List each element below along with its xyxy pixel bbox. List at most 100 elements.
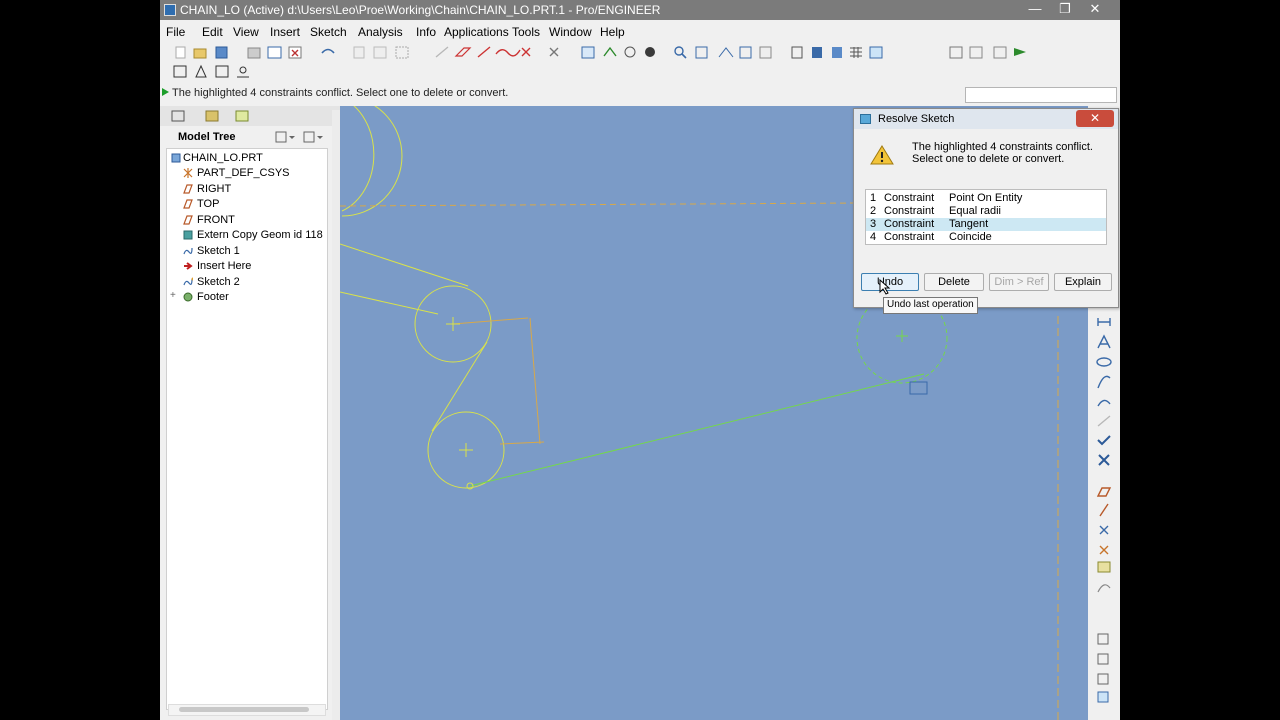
scrollbar-thumb[interactable]: [179, 707, 309, 712]
datum-axes-icon[interactable]: [812, 47, 822, 58]
constraint-icon[interactable]: [1097, 399, 1111, 407]
menu-insert[interactable]: Insert: [270, 25, 300, 39]
revolve-icon[interactable]: [1097, 653, 1109, 665]
display-constraints-icon[interactable]: [993, 46, 1007, 59]
save-icon[interactable]: [215, 46, 228, 59]
menu-edit[interactable]: Edit: [202, 25, 223, 39]
menu-tools[interactable]: Tools: [512, 25, 540, 39]
dimension-icon[interactable]: [1097, 318, 1111, 326]
constraint-row-3[interactable]: 3 Constraint Tangent: [866, 218, 1106, 231]
zoom-in-icon[interactable]: [674, 46, 687, 59]
view-manager-icon[interactable]: [739, 46, 752, 59]
center-cross-lower: [459, 443, 473, 457]
shading-icon[interactable]: [645, 47, 655, 57]
blend-icon[interactable]: [1097, 691, 1109, 703]
axis-tool-icon[interactable]: [1099, 503, 1109, 517]
menu-view[interactable]: View: [233, 25, 259, 39]
cancel-x-icon[interactable]: [1098, 454, 1110, 466]
row-kind: Constraint: [884, 205, 935, 217]
print-icon[interactable]: [247, 47, 261, 59]
sketcher-palette-icon[interactable]: [173, 65, 187, 78]
point-tool-icon[interactable]: [1099, 525, 1109, 535]
menu-window[interactable]: Window: [549, 25, 592, 39]
curve-tool-icon[interactable]: [1097, 584, 1111, 593]
show-menu-icon[interactable]: [303, 131, 323, 143]
display-dims-icon[interactable]: [969, 46, 983, 59]
csys-icon[interactable]: [869, 46, 883, 59]
spline-icon[interactable]: [495, 49, 521, 57]
center-cross-right: [896, 330, 908, 342]
explain-button[interactable]: Explain: [1054, 273, 1112, 291]
open-file-icon[interactable]: [193, 48, 207, 59]
datum-points-icon[interactable]: [832, 47, 842, 58]
extrude-icon[interactable]: [1097, 633, 1109, 645]
sketch-line-icon[interactable]: [477, 46, 491, 58]
accept-check-icon[interactable]: [1097, 435, 1111, 446]
minimize-button[interactable]: —: [1020, 0, 1050, 20]
favorites-tab-icon[interactable]: [235, 110, 249, 122]
orient-icon[interactable]: [603, 46, 617, 57]
constraint-row-4[interactable]: 4 Constraint Coincide: [866, 231, 1106, 244]
row-name: Tangent: [949, 218, 989, 230]
modify-icon[interactable]: [1097, 415, 1111, 427]
maximize-button[interactable]: ❐: [1050, 0, 1080, 20]
fillet-icon[interactable]: [1097, 375, 1111, 389]
point-icon[interactable]: [521, 47, 531, 57]
close-window-icon[interactable]: [288, 46, 302, 59]
menu-help[interactable]: Help: [600, 25, 625, 39]
constraint-row-1[interactable]: 1 Constraint Point On Entity: [866, 192, 1106, 205]
menu-applications[interactable]: Applications: [444, 25, 509, 39]
paste-icon[interactable]: [373, 46, 387, 59]
menu-info[interactable]: Info: [416, 25, 436, 39]
csys-icon: [183, 168, 193, 178]
reference-dashed-line: [340, 202, 861, 207]
pan-icon[interactable]: [718, 47, 734, 58]
model-tree-tab-icon[interactable]: [171, 110, 185, 122]
trim-icon[interactable]: [549, 47, 559, 57]
folder-browser-tab-icon[interactable]: [205, 110, 219, 122]
menu-file[interactable]: File: [166, 25, 185, 39]
line-icon[interactable]: [435, 46, 449, 58]
rectangle-icon[interactable]: [454, 47, 472, 57]
menu-analysis[interactable]: Analysis: [358, 25, 403, 39]
analysis-tool-icon[interactable]: [1097, 561, 1111, 573]
spin-icon[interactable]: [624, 46, 636, 58]
tree-settings-icon[interactable]: [275, 131, 295, 143]
circle-arc-top-left: [341, 106, 375, 212]
window-icon[interactable]: [267, 46, 282, 59]
footer-icon: [183, 292, 193, 302]
row-number: 3: [870, 218, 877, 230]
expand-plus-icon[interactable]: +: [170, 290, 176, 301]
new-file-icon[interactable]: [175, 46, 186, 59]
ellipse-icon[interactable]: [1096, 357, 1112, 367]
sketch-view-icon[interactable]: [949, 46, 963, 59]
sweep-icon[interactable]: [1097, 673, 1109, 685]
dialog-message-line-1: The highlighted 4 constraints conflict.: [912, 141, 1093, 153]
refit-icon[interactable]: [581, 46, 595, 59]
sketcher-tools-icon[interactable]: [195, 64, 207, 78]
sketch-setup-icon[interactable]: [215, 65, 229, 78]
row-kind: Constraint: [884, 192, 935, 204]
close-window-button[interactable]: ✕: [1080, 0, 1110, 20]
copy-icon[interactable]: [353, 46, 365, 59]
text-icon[interactable]: [1097, 334, 1111, 349]
zoom-out-icon[interactable]: [695, 46, 708, 59]
command-search-input[interactable]: [965, 87, 1117, 103]
undo-icon[interactable]: [321, 48, 335, 54]
menu-sketch[interactable]: Sketch: [310, 25, 347, 39]
datum-planes-icon[interactable]: [791, 46, 803, 59]
saved-views-icon[interactable]: [759, 46, 772, 59]
panel-sash[interactable]: [332, 110, 340, 720]
continue-icon[interactable]: [1014, 48, 1026, 56]
references-icon[interactable]: [237, 66, 249, 78]
csys-tool-icon[interactable]: [1099, 545, 1109, 555]
grid-icon[interactable]: [850, 47, 862, 58]
select-icon[interactable]: [395, 46, 409, 59]
tree-horizontal-scrollbar[interactable]: [168, 704, 326, 716]
datum-plane-tool-icon[interactable]: [1096, 487, 1112, 497]
delete-button[interactable]: Delete: [924, 273, 984, 291]
menu-bar: File Edit View Insert Sketch Analysis In…: [160, 22, 1120, 40]
dim-ref-button[interactable]: Dim > Ref: [989, 273, 1049, 291]
dialog-close-button[interactable]: ✕: [1076, 110, 1114, 127]
constraint-row-2[interactable]: 2 Constraint Equal radii: [866, 205, 1106, 218]
